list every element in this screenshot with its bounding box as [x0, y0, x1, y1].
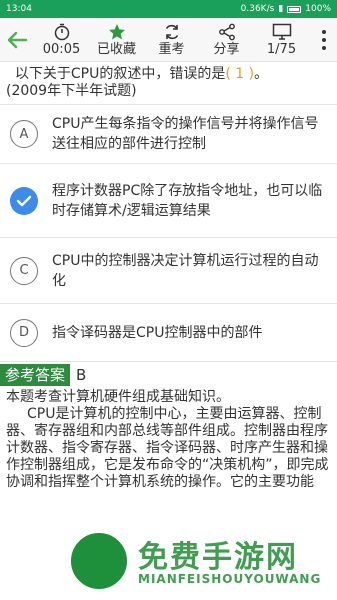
dot-icon	[322, 46, 326, 50]
option-a-text: CPU产生每条指令的操作信号并将操作信号送往相应的部件进行控制	[52, 116, 319, 152]
refresh-icon	[165, 24, 178, 39]
retake-label: 重考	[158, 41, 185, 57]
watermark: 免费手游网 MIANFEISHOUYOUWANG	[68, 530, 337, 600]
share-icon	[218, 23, 235, 40]
battery-level: 100%	[305, 4, 331, 14]
selected-check-icon	[10, 186, 38, 215]
question-source: (2009年下半年试题)	[6, 83, 137, 99]
status-bar: 13:04 0.36K/s ▮ 100%	[0, 0, 337, 18]
more-menu-button[interactable]	[321, 30, 327, 50]
question-text: 以下关于CPU的叙述中，错误的是( 1 )。 (2009年下半年试题)	[6, 66, 269, 99]
progress-label: 1/75	[266, 41, 297, 57]
answer-section: 参考答案 B	[0, 361, 337, 386]
option-a-marker: A	[10, 120, 38, 148]
answer-label: 参考答案	[0, 363, 71, 386]
dot-icon	[322, 38, 326, 42]
star-icon	[108, 23, 125, 39]
timer-button[interactable]: 00:05	[34, 23, 89, 57]
explanation-intro: 本题考查计算机硬件组成基础知识。	[6, 389, 230, 405]
explanation-body: CPU是计算机的控制中心，主要由运算器、控制器、寄存器组和内部总线等部件组成。控…	[6, 406, 329, 490]
back-arrow-icon	[7, 31, 28, 48]
toolbar: 00:05 已收藏 重考 分享 1/75	[0, 18, 337, 62]
watermark-subtitle: MIANFEISHOUYOUWANG	[138, 572, 322, 586]
option-b[interactable]: 程序计数器PC除了存放指令地址，也可以临时存储算术/逻辑运算结果	[0, 163, 337, 237]
share-label: 分享	[213, 41, 240, 57]
option-c-marker: C	[10, 256, 38, 285]
explanation-text: 本题考查计算机硬件组成基础知识。 CPU是计算机的控制中心，主要由运算器、控制器…	[0, 385, 337, 491]
share-button[interactable]: 分享	[199, 23, 254, 57]
option-c-text: CPU中的控制器决定计算机运行过程的自动化	[52, 252, 319, 289]
stopwatch-icon	[54, 23, 69, 40]
option-c[interactable]: C CPU中的控制器决定计算机运行过程的自动化	[0, 237, 337, 303]
option-d-text: 指令译码器是CPU控制器中的部件	[52, 324, 263, 341]
monitor-icon	[272, 23, 291, 40]
favorite-button[interactable]: 已收藏	[89, 23, 144, 57]
option-b-text: 程序计数器PC除了存放指令地址，也可以临时存储算术/逻辑运算结果	[52, 182, 323, 219]
status-time: 13:04	[6, 4, 32, 14]
watermark-title: 免费手游网	[138, 540, 298, 575]
retake-button[interactable]: 重考	[144, 23, 199, 57]
signal-icon: ▮	[278, 4, 284, 14]
favorite-label: 已收藏	[96, 41, 136, 57]
watermark-logo	[68, 530, 130, 592]
option-d-marker: D	[10, 318, 38, 347]
option-a[interactable]: A CPU产生每条指令的操作信号并将操作信号送往相应的部件进行控制	[0, 104, 337, 163]
back-button[interactable]	[0, 18, 34, 62]
timer-label: 00:05	[42, 41, 81, 57]
battery-icon	[287, 5, 302, 13]
answer-blank: ( 1 )	[225, 66, 255, 82]
network-speed: 0.36K/s	[240, 4, 275, 14]
answer-value: B	[76, 365, 87, 384]
progress-button[interactable]: 1/75	[254, 23, 309, 57]
dot-icon	[322, 30, 326, 34]
option-d[interactable]: D 指令译码器是CPU控制器中的部件	[0, 303, 337, 361]
